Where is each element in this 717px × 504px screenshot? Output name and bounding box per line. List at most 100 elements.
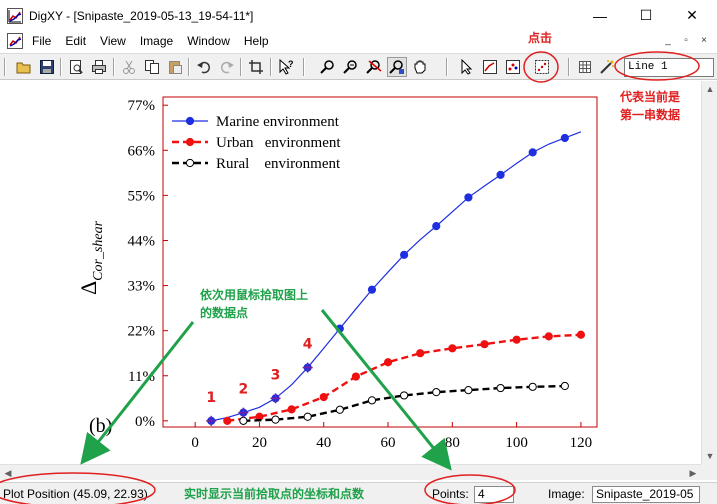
zoom-clear-icon[interactable]: [364, 57, 384, 77]
x-tick-label: 60: [381, 435, 396, 451]
annotation-line-note-1: 代表当前是: [620, 90, 681, 104]
save-icon[interactable]: [37, 57, 57, 77]
legend-marker: [185, 158, 195, 168]
data-point: [480, 340, 489, 349]
y-tick-label: 11%: [128, 369, 155, 385]
data-point: [367, 396, 377, 405]
paste-icon[interactable]: [165, 57, 185, 77]
crop-icon[interactable]: [246, 57, 266, 77]
mdi-minimize-button[interactable]: _: [660, 33, 676, 47]
x-tick-label: 100: [505, 435, 528, 451]
line-select[interactable]: Line 1: [624, 58, 714, 77]
annotation-line-note-2: 第一串数据: [620, 108, 681, 122]
digitize-icon[interactable]: [532, 57, 552, 77]
select-icon[interactable]: [457, 57, 477, 77]
data-point: [303, 412, 312, 421]
menu-edit[interactable]: Edit: [58, 31, 93, 51]
document-icon[interactable]: [7, 33, 23, 49]
wand-icon[interactable]: [597, 57, 617, 77]
legend-marker: [185, 137, 195, 147]
image-name: Snipaste_2019-05: [592, 486, 700, 503]
x-tick-label: 40: [316, 435, 331, 451]
data-point: [432, 388, 441, 397]
data-point: [335, 324, 344, 333]
data-point: [464, 193, 473, 202]
data-point: [367, 285, 377, 294]
annotation-status-note: 实时显示当前拾取点的坐标和点数: [184, 487, 365, 501]
vertical-scrollbar[interactable]: ▲ ▼: [701, 81, 717, 464]
menu-file[interactable]: File: [25, 31, 58, 51]
data-point: [496, 170, 505, 179]
x-tick-label: 0: [191, 435, 199, 451]
menu-window[interactable]: Window: [180, 31, 237, 51]
toolbar: ? Line 1: [0, 53, 717, 80]
x-tick-label: 120: [570, 435, 593, 451]
digxy-app-icon: [7, 7, 23, 24]
scroll-left-arrow[interactable]: ◀: [0, 465, 16, 481]
image-label: Image:: [548, 487, 585, 501]
data-point: [287, 405, 296, 414]
close-button[interactable]: ✕: [669, 0, 715, 31]
data-point: [528, 148, 537, 157]
zoom-out-icon[interactable]: [341, 57, 361, 77]
data-point: [560, 133, 569, 143]
y-tick-label: 66%: [128, 143, 156, 159]
scroll-down-arrow[interactable]: ▼: [702, 448, 717, 464]
pick-point-icon[interactable]: [387, 57, 407, 77]
x-tick-label: 80: [445, 435, 460, 451]
legend-label: Urban environment: [216, 135, 341, 151]
cut-icon[interactable]: [119, 57, 139, 77]
data-point: [560, 381, 569, 391]
mdi-restore-button[interactable]: ▫: [678, 33, 694, 47]
data-point: [416, 349, 425, 358]
y-tick-label: 22%: [128, 324, 156, 340]
point-grid-icon[interactable]: [503, 57, 523, 77]
title-bar: DigXY - [Snipaste_2019-05-13_19-54-11*] …: [0, 0, 717, 31]
maximize-button[interactable]: ☐: [623, 0, 669, 31]
horizontal-scrollbar[interactable]: ◀ ▶: [0, 464, 701, 480]
points-count: 4: [474, 486, 514, 503]
data-point: [271, 415, 280, 424]
axis-icon[interactable]: [480, 57, 500, 77]
window-title: DigXY - [Snipaste_2019-05-13_19-54-11*]: [29, 8, 254, 23]
redo-icon[interactable]: [217, 57, 237, 77]
menu-image[interactable]: Image: [133, 31, 180, 51]
picked-point-label: 4: [303, 337, 313, 353]
chart: 0 20 40 60 80 100 120 0% 11% 22% 33% 44% 55% 66% 77% ΔC…: [76, 96, 598, 451]
scroll-right-arrow[interactable]: ▶: [685, 465, 701, 481]
annotation-pick-note-2: 的数据点: [200, 306, 249, 320]
data-point: [496, 383, 505, 393]
picked-point-label: 3: [271, 367, 281, 383]
print-preview-icon[interactable]: [66, 57, 86, 77]
data-point: [335, 405, 344, 414]
data-point: [351, 372, 360, 381]
picked-point-label: 1: [206, 390, 216, 406]
print-icon[interactable]: [89, 57, 109, 77]
menu-view[interactable]: View: [93, 31, 133, 51]
y-tick-label: 0%: [135, 414, 155, 430]
data-point: [432, 222, 441, 231]
open-icon[interactable]: [14, 57, 34, 77]
data-point: [239, 416, 248, 425]
scroll-up-arrow[interactable]: ▲: [702, 81, 717, 97]
scroll-corner: [701, 464, 717, 480]
table-icon[interactable]: [575, 57, 595, 77]
plot-position-readout: Plot Position (45.09, 22.93): [3, 487, 148, 501]
y-tick-label: 55%: [128, 188, 156, 204]
mdi-close-button[interactable]: ×: [696, 33, 712, 47]
y-tick-label: 44%: [128, 233, 156, 249]
undo-icon[interactable]: [194, 57, 214, 77]
legend-marker: [185, 116, 195, 126]
hand-icon[interactable]: [410, 57, 430, 77]
image-canvas[interactable]: 0 20 40 60 80 100 120 0% 11% 22% 33% 44% 55% 66% 77% ΔC…: [0, 81, 701, 464]
svg-text:?: ?: [288, 59, 294, 69]
y-tick-label: 33%: [128, 279, 156, 295]
x-tick-label: 20: [252, 435, 267, 451]
help-pointer-icon[interactable]: ?: [276, 57, 296, 77]
zoom-in-icon[interactable]: [318, 57, 338, 77]
y-axis-label: ΔCor_shear: [76, 220, 106, 295]
points-label: Points:: [432, 487, 469, 501]
minimize-button[interactable]: —: [577, 0, 623, 31]
menu-help[interactable]: Help: [237, 31, 276, 51]
copy-icon[interactable]: [142, 57, 162, 77]
